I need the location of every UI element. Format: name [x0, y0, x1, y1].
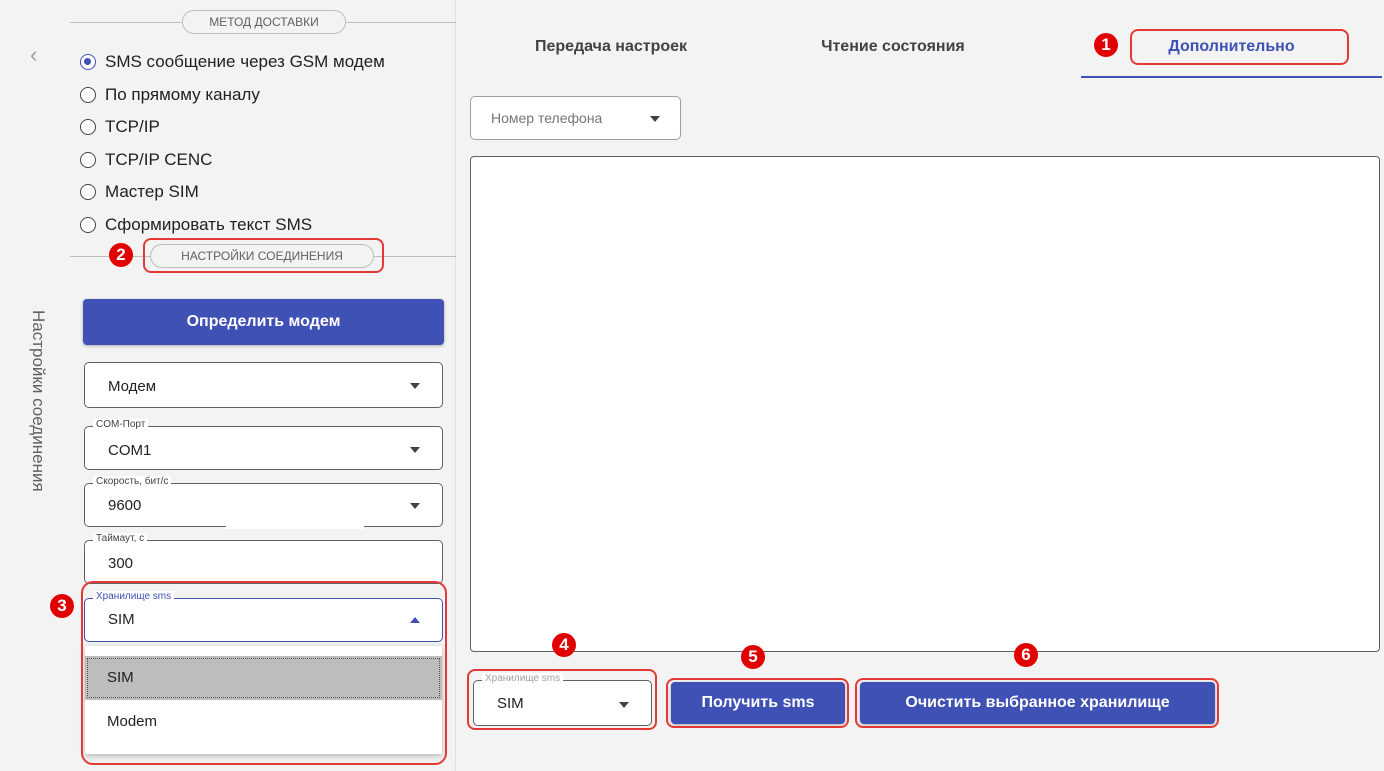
annotation-badge: 5	[741, 645, 765, 669]
radio-unchecked-icon[interactable]	[80, 184, 96, 201]
annotation-badge: 4	[552, 633, 576, 657]
radio-unchecked-icon[interactable]	[80, 151, 96, 168]
delivery-method-chip: МЕТОД ДОСТАВКИ	[182, 10, 346, 34]
field-label: COM-Порт	[93, 419, 149, 431]
annotation-badge: 6	[1014, 643, 1038, 667]
select-value: Модем	[108, 378, 157, 395]
annotation-badge: 1	[1094, 33, 1118, 57]
select-placeholder: Номер телефона	[491, 110, 603, 126]
chevron-left-icon[interactable]: ‹	[30, 44, 37, 66]
caret-down-icon	[410, 503, 420, 509]
radio-checked-icon[interactable]	[80, 54, 96, 71]
tab-settings-transfer[interactable]: Передача настроек	[486, 28, 736, 78]
caret-down-icon	[410, 383, 420, 389]
radio-unchecked-icon[interactable]	[80, 216, 96, 233]
device-type-select[interactable]: Модем	[84, 362, 443, 408]
com-port-select[interactable]: COM-Порт COM1	[84, 419, 443, 470]
radio-label: Сформировать текст SMS	[105, 214, 313, 234]
radio-direct-channel[interactable]: По прямому каналу	[80, 79, 385, 112]
field-label: Скорость, бит/с	[93, 476, 172, 488]
radio-label: Мастер SIM	[105, 182, 199, 202]
radio-label: TCP/IP CENC	[105, 149, 213, 169]
select-value: COM1	[108, 442, 152, 459]
callout-frame	[81, 581, 447, 765]
input-value: 300	[108, 555, 134, 572]
vertical-panel-title-text: Настройки соединения	[29, 310, 48, 492]
vertical-panel-title: Настройки соединения	[28, 310, 52, 550]
callout-frame	[855, 678, 1219, 728]
radio-unchecked-icon[interactable]	[80, 86, 96, 103]
callout-frame	[143, 238, 384, 273]
caret-down-icon	[410, 447, 420, 453]
annotation-badge: 3	[50, 594, 74, 618]
timeout-input[interactable]: Таймаут, с 300	[84, 533, 443, 584]
detect-modem-button[interactable]: Определить модем	[83, 299, 444, 345]
radio-sms-gsm[interactable]: SMS сообщение через GSM модем	[80, 46, 385, 79]
callout-frame	[1130, 29, 1349, 65]
field-label: Таймаут, с	[93, 533, 148, 545]
callout-frame	[666, 678, 849, 728]
delivery-method-radio-group: SMS сообщение через GSM модем По прямому…	[80, 46, 385, 241]
caret-down-icon	[650, 116, 660, 122]
phone-number-select[interactable]: Номер телефона	[470, 96, 681, 140]
radio-unchecked-icon[interactable]	[80, 119, 96, 136]
connection-settings-panel: ‹ Настройки соединения МЕТОД ДОСТАВКИ SM…	[0, 0, 456, 771]
radio-label: По прямому каналу	[105, 84, 260, 104]
tab-status-reading[interactable]: Чтение состояния	[768, 28, 1018, 78]
annotation-badge: 2	[109, 243, 133, 267]
radio-label: TCP/IP	[105, 117, 160, 137]
redaction-box	[226, 495, 364, 529]
radio-label: SMS сообщение через GSM модем	[105, 52, 385, 72]
radio-tcp-ip[interactable]: TCP/IP	[80, 111, 385, 144]
radio-generate-sms-text[interactable]: Сформировать текст SMS	[80, 209, 385, 242]
sms-messages-area[interactable]	[470, 156, 1380, 652]
radio-master-sim[interactable]: Мастер SIM	[80, 176, 385, 209]
radio-tcp-ip-cenc[interactable]: TCP/IP CENC	[80, 144, 385, 177]
callout-frame	[467, 669, 657, 730]
select-value: 9600	[108, 497, 142, 514]
